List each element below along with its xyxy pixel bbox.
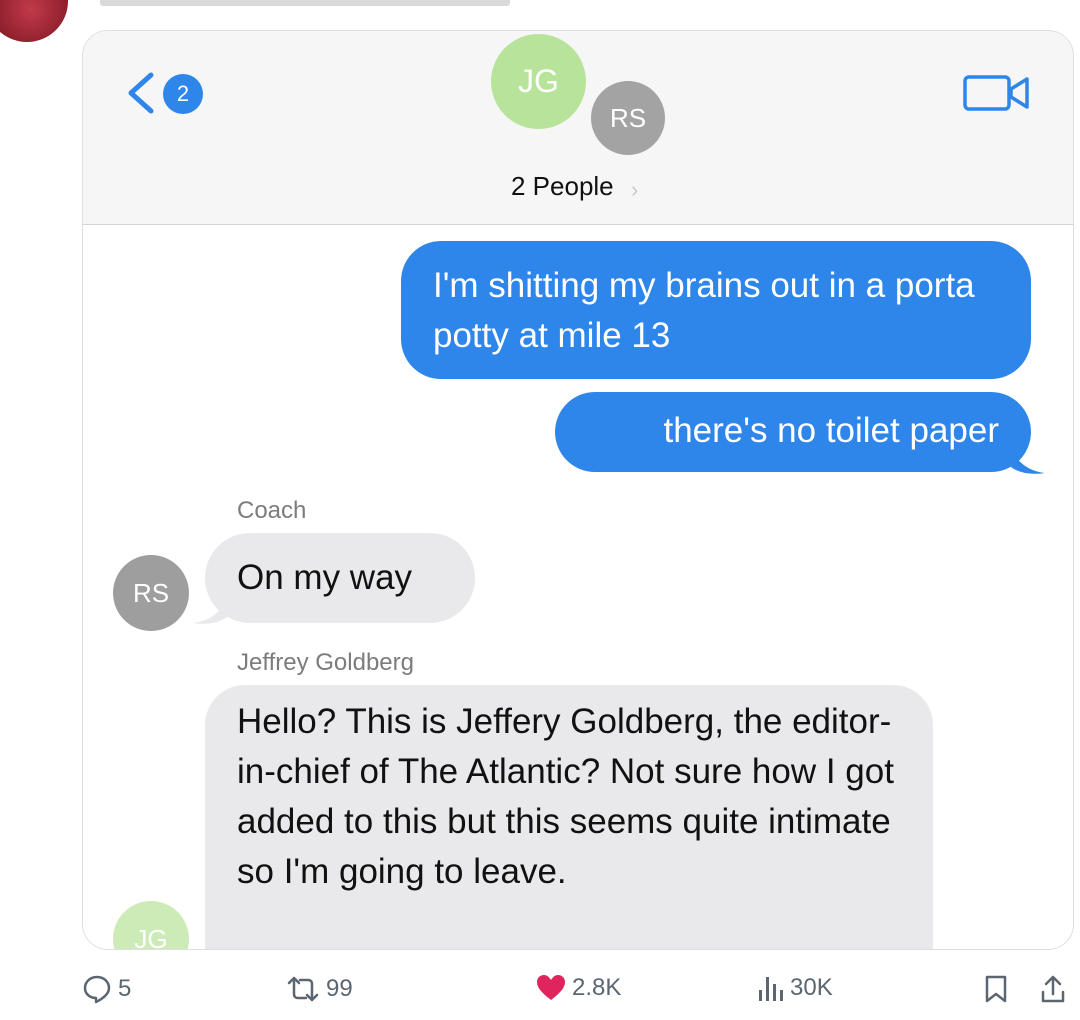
avatar-jg[interactable]: JG — [491, 34, 586, 129]
chevron-right-icon: › — [631, 177, 639, 202]
reply-icon — [83, 975, 111, 1004]
sender-name: Coach — [237, 497, 307, 524]
poster-avatar[interactable] — [0, 0, 68, 42]
conversation-header: 2 JG RS 2 People › — [83, 31, 1073, 225]
share-icon — [1041, 975, 1065, 1003]
retweet-count: 99 — [326, 975, 353, 1002]
sender-name: Jeffrey Goldberg — [237, 649, 414, 676]
message-thread: I'm shitting my brains out in a porta po… — [83, 225, 1073, 949]
unread-count-badge[interactable]: 2 — [163, 74, 203, 114]
views-button[interactable]: 30K — [758, 974, 833, 1002]
sent-message-bubble[interactable]: I'm shitting my brains out in a porta po… — [401, 241, 1031, 379]
views-icon — [759, 977, 783, 1001]
sent-message-bubble[interactable]: there's no toilet paper — [555, 392, 1031, 472]
received-message-bubble[interactable]: Hello? This is Jeffery Goldberg, the edi… — [205, 685, 933, 949]
avatar-rs[interactable]: RS — [591, 81, 665, 155]
back-chevron-icon[interactable] — [123, 71, 157, 115]
poster-name-strip — [100, 0, 510, 6]
reply-count: 5 — [118, 975, 132, 1002]
like-count: 2.8K — [572, 974, 622, 1001]
group-people-label[interactable]: 2 People — [511, 171, 614, 202]
retweet-icon — [287, 976, 319, 1002]
like-button[interactable]: 2.8K — [536, 974, 621, 1002]
share-button[interactable] — [1040, 974, 1066, 1004]
screenshot-card: 2 JG RS 2 People › I'm shitting my brain… — [82, 30, 1074, 950]
bubble-tail — [1011, 447, 1045, 474]
sender-avatar-jg[interactable]: JG — [113, 901, 189, 949]
tweet-action-bar: 5 99 2.8K 30K — [0, 960, 1080, 1020]
bookmark-button[interactable] — [984, 974, 1008, 1004]
video-camera-icon[interactable] — [963, 73, 1031, 113]
bookmark-icon — [985, 975, 1007, 1003]
reply-button[interactable]: 5 — [82, 974, 131, 1004]
retweet-button[interactable]: 99 — [286, 974, 353, 1004]
heart-icon — [537, 975, 565, 1000]
received-message-bubble[interactable]: On my way — [205, 533, 475, 623]
views-count: 30K — [790, 974, 833, 1001]
sender-avatar-rs[interactable]: RS — [113, 555, 189, 631]
